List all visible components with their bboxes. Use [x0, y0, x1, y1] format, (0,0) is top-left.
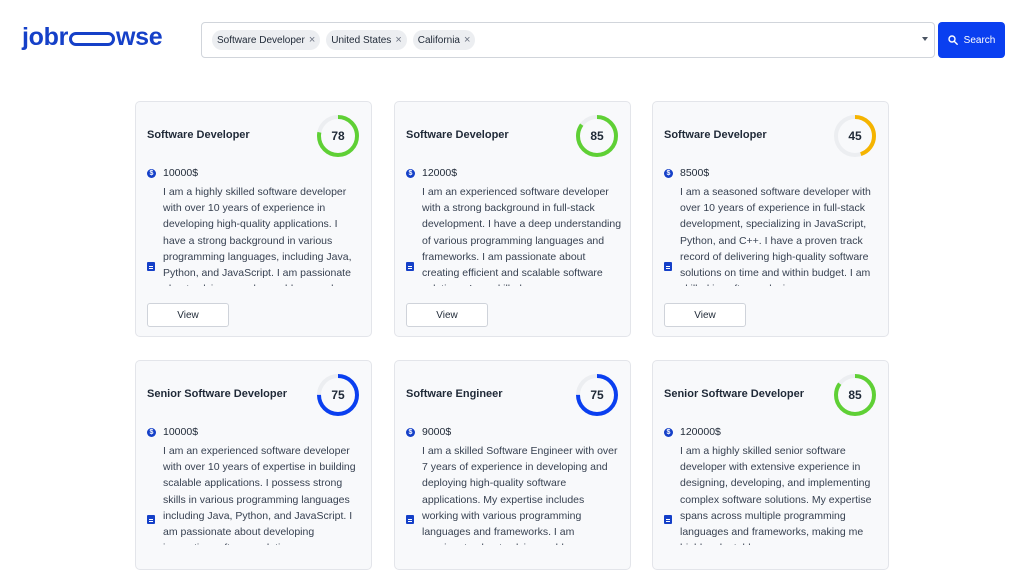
job-title: Senior Software Developer — [664, 388, 804, 400]
salary-value: 120000$ — [680, 426, 721, 438]
document-icon — [406, 515, 414, 524]
match-score-ring: 75 — [316, 373, 360, 417]
job-card: Senior Software Developer 75 $10000$ I am a… — [135, 360, 372, 570]
filter-chip-label: Software Developer — [217, 34, 305, 46]
view-button[interactable]: View — [147, 303, 229, 327]
match-score-value: 75 — [331, 388, 345, 402]
logo-loop-mark — [69, 32, 116, 46]
filter-chip: California × — [412, 30, 476, 50]
logo-text-right: wse — [116, 22, 163, 51]
logo-text-left: jobr — [22, 22, 69, 51]
job-card: Software Developer 85 $12000$ I am an exper… — [394, 101, 631, 337]
view-button[interactable]: View — [406, 303, 488, 327]
match-score-ring: 85 — [833, 373, 877, 417]
match-score-ring: 85 — [575, 114, 619, 158]
search-filter-box[interactable]: Software Developer × United States × Cal… — [201, 22, 935, 58]
match-score-value: 85 — [590, 129, 604, 143]
dollar-icon: $ — [406, 427, 415, 437]
search-button[interactable]: Search — [938, 22, 1005, 58]
chip-remove-icon[interactable]: × — [395, 34, 401, 46]
document-icon — [664, 515, 672, 524]
job-description: I am an experienced software developer w… — [163, 445, 356, 545]
job-description: I am a highly skilled software developer… — [163, 186, 352, 286]
document-icon — [406, 262, 414, 271]
dollar-icon: $ — [664, 168, 673, 178]
salary-row: $8500$ — [664, 166, 709, 180]
match-score-value: 45 — [848, 129, 862, 143]
top-header: jobr wse Software Developer × United Stat… — [0, 0, 1024, 80]
document-icon — [664, 262, 672, 271]
search-icon — [947, 35, 958, 45]
search-button-label: Search — [963, 34, 996, 46]
salary-value: 10000$ — [163, 167, 199, 179]
dollar-icon: $ — [406, 168, 415, 178]
salary-value: 9000$ — [422, 426, 452, 438]
job-card: Software Engineer 75 $9000$ I am a skilled … — [394, 360, 631, 570]
document-icon — [147, 262, 155, 271]
dollar-icon: $ — [147, 427, 156, 437]
salary-row: $9000$ — [406, 425, 451, 439]
match-score-ring: 75 — [575, 373, 619, 417]
jobrowse-logo[interactable]: jobr wse — [22, 22, 163, 52]
job-description: I am a skilled Software Engineer with ov… — [422, 445, 618, 545]
job-title: Software Developer — [664, 129, 767, 141]
job-title: Software Engineer — [406, 388, 503, 400]
filter-chip-label: California — [417, 34, 460, 46]
filter-chip-label: United States — [331, 34, 392, 46]
job-description: I am a highly skilled senior software de… — [680, 445, 872, 545]
job-title: Software Developer — [147, 129, 250, 141]
view-button[interactable]: View — [664, 303, 746, 327]
match-score-value: 75 — [590, 388, 604, 402]
chip-remove-icon[interactable]: × — [464, 34, 470, 46]
filter-chip: United States × — [326, 30, 407, 50]
salary-row: $10000$ — [147, 166, 198, 180]
match-score-ring: 78 — [316, 114, 360, 158]
match-score-value: 85 — [848, 388, 862, 402]
job-title: Senior Software Developer — [147, 388, 287, 400]
dollar-icon: $ — [147, 168, 156, 178]
dropdown-caret-icon[interactable] — [922, 37, 928, 41]
job-description: I am a seasoned software developer with … — [680, 186, 871, 286]
job-card: Senior Software Developer 85 $120000$ I am … — [652, 360, 889, 570]
salary-value: 8500$ — [680, 167, 710, 179]
salary-row: $10000$ — [147, 425, 198, 439]
job-card: Software Developer 78 $10000$ I am a highly… — [135, 101, 372, 337]
salary-row: $120000$ — [664, 425, 721, 439]
salary-value: 12000$ — [422, 167, 458, 179]
salary-row: $12000$ — [406, 166, 457, 180]
match-score-value: 78 — [331, 129, 345, 143]
chip-remove-icon[interactable]: × — [309, 34, 315, 46]
match-score-ring: 45 — [833, 114, 877, 158]
dollar-icon: $ — [664, 427, 673, 437]
job-title: Software Developer — [406, 129, 509, 141]
job-card: Software Developer 45 $8500$ I am a seasone… — [652, 101, 889, 337]
job-description: I am an experienced software developer w… — [422, 186, 622, 286]
document-icon — [147, 515, 155, 524]
salary-value: 10000$ — [163, 426, 199, 438]
filter-chip: Software Developer × — [212, 30, 321, 50]
